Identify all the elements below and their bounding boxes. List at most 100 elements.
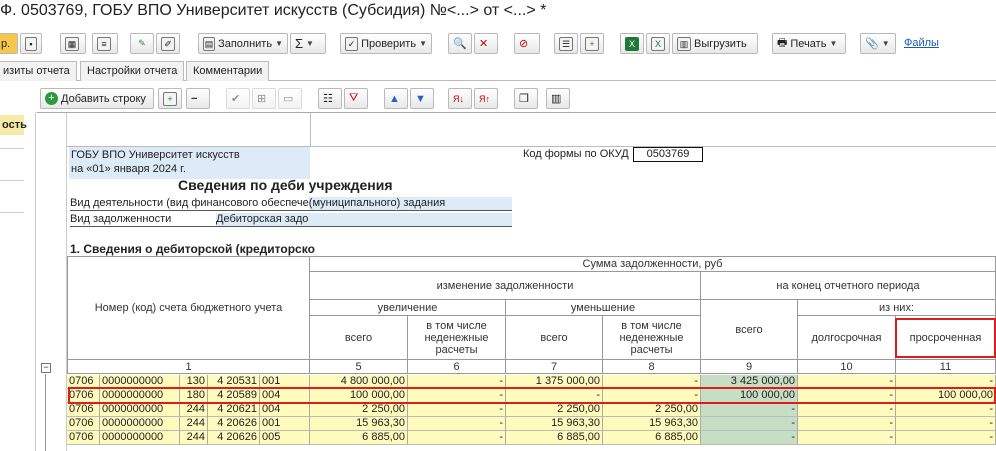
pencil-icon: ✎ [138,37,146,48]
table-cell-v10[interactable]: - [798,403,896,417]
table-cell-c5[interactable]: 005 [260,431,310,445]
table-cell-v8[interactable]: 2 250,00 [603,403,701,417]
table-cell-v11[interactable]: - [896,417,996,431]
plus-circle-icon: + [45,92,58,105]
table-cell-c1[interactable]: 0706 [67,403,100,417]
print-button[interactable]: 🖶 Печать ▼ [772,33,846,54]
move-down-button[interactable]: ▼ [410,88,434,109]
fill-button[interactable]: ▤ Заполнить ▼ [198,33,288,54]
header-nonmonetary: в том числе неденежные расчеты [603,316,701,360]
table-cell-c3[interactable]: 244 [180,431,208,445]
columns-button[interactable]: ▥ [546,88,570,109]
table-cell-v7[interactable]: 15 963,30 [506,417,603,431]
add-row-button[interactable]: + Добавить строку [40,88,154,109]
check-doc-icon: ✓ [345,36,359,51]
files-link[interactable]: Файлы [904,37,939,49]
okud-value: 0503769 [633,147,703,162]
row-gutter: − [37,113,67,451]
tab-comments[interactable]: Комментарии [186,61,270,81]
header-longterm: долгосрочная [798,316,896,360]
table-cell-c2[interactable]: 0000000000 [100,431,180,445]
table-cell-c5[interactable]: 001 [260,417,310,431]
tab-requisites[interactable]: изиты отчета [0,61,77,81]
header-decrease: уменьшение [506,300,701,316]
apply-button[interactable]: ✔ [226,88,250,109]
text-button[interactable]: ≡ [92,33,118,54]
org-name: ГОБУ ВПО Университет искусств [71,149,240,161]
col-num: 9 [701,360,798,374]
table-cell-v5[interactable]: 2 250,00 [310,403,408,417]
tree-button[interactable]: ⊞ [252,88,276,109]
table-cell-v10[interactable]: - [798,431,896,445]
table-cell-v9[interactable]: - [701,431,798,445]
report-title: Сведения по деби учреждения [178,177,393,193]
table-cell-v6[interactable]: - [408,431,506,445]
note-icon: ✐ [161,36,175,51]
excel-import-button[interactable]: X [646,33,670,54]
sigma-icon: Σ [295,36,304,51]
header-account: Номер (код) счета бюджетного учета [67,256,310,360]
chevron-down-icon: ▼ [275,39,283,48]
table-cell-v6[interactable]: - [408,417,506,431]
table-cell-c4[interactable]: 4 20621 [208,403,260,417]
collapse-icon[interactable]: − [41,363,51,373]
table-cell-v10[interactable]: - [798,417,896,431]
table-cell-c4[interactable]: 4 20626 [208,417,260,431]
table-cell-v7[interactable]: 2 250,00 [506,403,603,417]
table-cell-v8[interactable]: 6 885,00 [603,431,701,445]
export-button[interactable]: ▥ Выгрузить [672,33,758,54]
find-button[interactable]: 🔍 [448,33,472,54]
debt-row: Вид задолженности Дебиторская задо [70,213,512,227]
tree-line [45,374,46,451]
funnel-clear-icon: ⛛ [349,92,359,104]
left-panel-item[interactable]: ость [0,115,27,135]
copy-button[interactable]: ❐ [514,88,538,109]
debt-label: Вид задолженности [70,213,172,225]
first-button[interactable]: р. [0,33,18,54]
table-cell-c3[interactable]: 244 [180,403,208,417]
attach-button[interactable]: 📎 ▼ [860,33,896,54]
save-button[interactable]: ▪ [20,33,42,54]
table-cell-v8[interactable]: 15 963,30 [603,417,701,431]
rows-button[interactable]: ☰ [554,33,578,54]
filter-button[interactable]: ☷ [318,88,342,109]
table-cell-c4[interactable]: 4 20626 [208,431,260,445]
edit-button[interactable]: ✎ [130,33,154,54]
chevron-down-icon: ▼ [306,39,314,48]
delete-row-button[interactable]: − [186,88,210,109]
table-cell-c1[interactable]: 0706 [67,417,100,431]
clear-button[interactable]: ▭ [278,88,302,109]
add-table-button[interactable]: + [580,33,604,54]
table-cell-v11[interactable]: - [896,431,996,445]
table-cell-v9[interactable]: - [701,403,798,417]
note-button[interactable]: ✐ [156,33,180,54]
table-button[interactable]: ▦ [60,33,86,54]
check-button[interactable]: ✓ Проверить ▼ [340,33,432,54]
table-cell-v7[interactable]: 6 885,00 [506,431,603,445]
section-title: 1. Сведения о дебиторской (кредиторско [70,242,315,256]
table-cell-c2[interactable]: 0000000000 [100,417,180,431]
table-cell-v11[interactable]: - [896,403,996,417]
table-cell-c3[interactable]: 244 [180,417,208,431]
table-cell-c2[interactable]: 0000000000 [100,403,180,417]
table-cell-v5[interactable]: 15 963,30 [310,417,408,431]
table-cell-v5[interactable]: 6 885,00 [310,431,408,445]
spreadsheet[interactable]: − ГОБУ ВПО Университет искусств на «01» … [37,112,996,451]
table-cell-c5[interactable]: 004 [260,403,310,417]
no-edit-button[interactable]: ⊘ [514,33,540,54]
table-cell-v6[interactable]: - [408,403,506,417]
tab-settings[interactable]: Настройки отчета [80,61,185,81]
table-cell-v9[interactable]: - [701,417,798,431]
find-clear-button[interactable]: ✕ [474,33,498,54]
excel-button[interactable]: X [620,33,644,54]
copy-row-button[interactable]: + [158,88,182,109]
sort-desc-button[interactable]: Я↑ [474,88,498,109]
debt-value[interactable]: Дебиторская задо [216,213,512,226]
sum-button[interactable]: Σ ▼ [290,33,326,54]
table-cell-c1[interactable]: 0706 [67,431,100,445]
move-up-button[interactable]: ▲ [384,88,408,109]
activity-value[interactable]: (муниципального) задания [308,197,512,210]
filter-clear-button[interactable]: ⛛ [344,88,368,109]
tab-bar: изиты отчета Настройки отчета Комментари… [0,60,996,81]
sort-asc-button[interactable]: Я↓ [448,88,472,109]
